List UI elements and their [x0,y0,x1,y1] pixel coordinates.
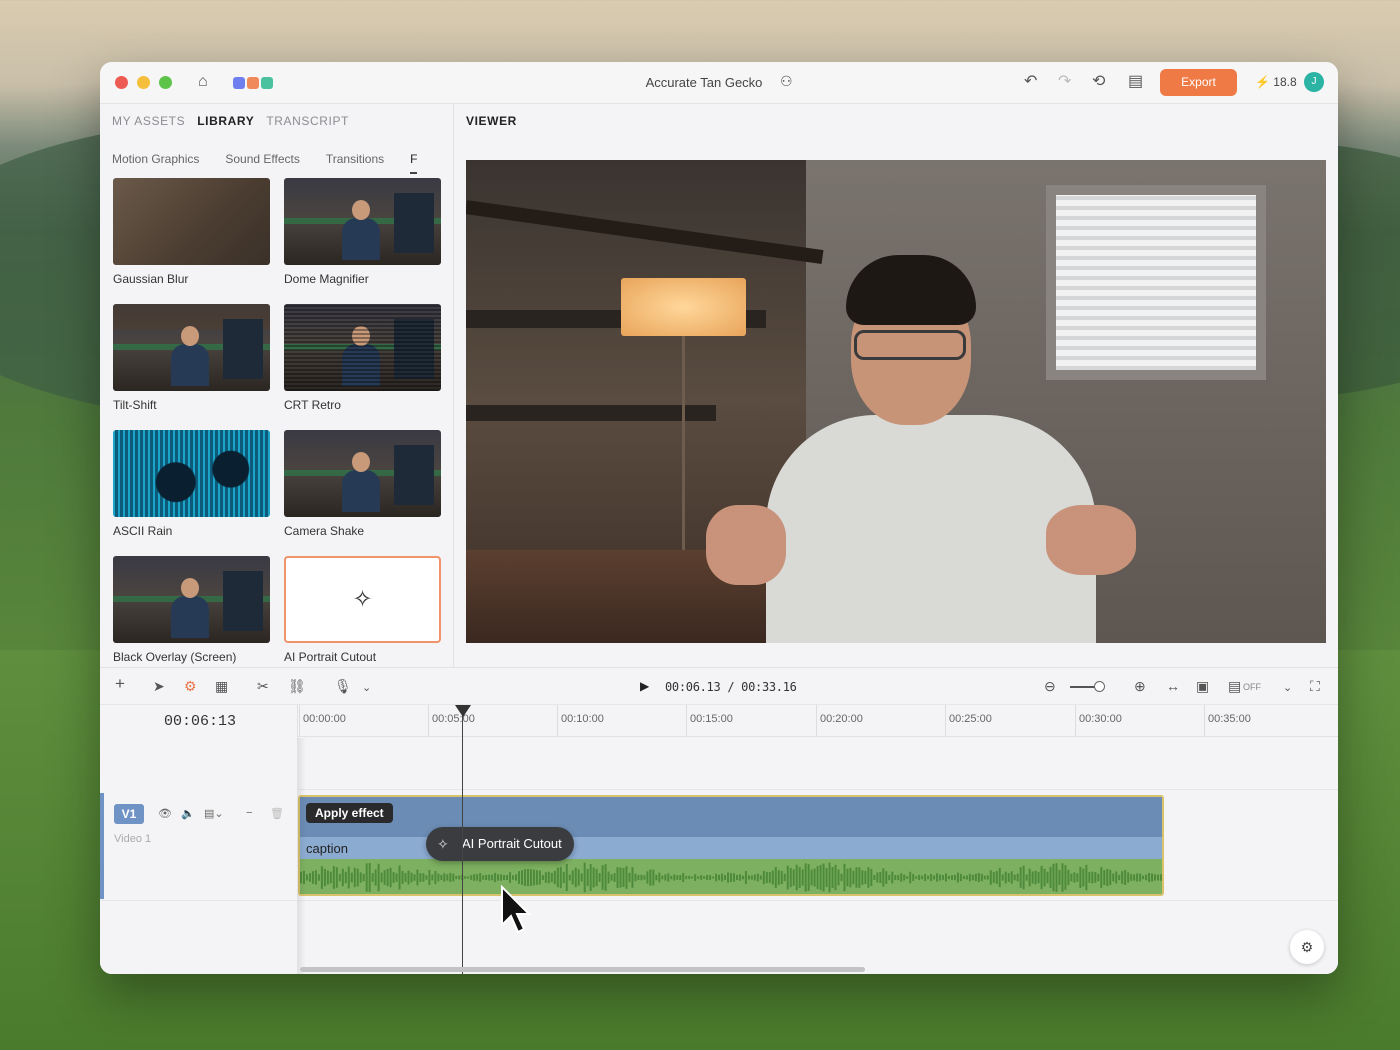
speaker-icon[interactable]: 🔈 [181,807,195,820]
subtab-motion-graphics[interactable]: Motion Graphics [112,152,199,174]
effect-thumbnail [113,556,270,643]
link-icon[interactable]: ⛓ [288,678,306,694]
fit-width-icon[interactable]: ↔ [1166,678,1180,694]
effect-label: Dome Magnifier [284,272,369,286]
effect-label: Gaussian Blur [113,272,189,286]
effect-label: ASCII Rain [113,524,173,538]
ruler-tick: 00:15:00 [686,705,733,737]
snap-state: OFF [1243,682,1261,692]
history-icon[interactable]: ⟲ [1092,72,1105,92]
effect-thumbnail [113,430,270,517]
subtab-effects[interactable]: F [410,152,418,174]
ruler-tick: 00:00:00 [299,705,346,737]
fullscreen-icon[interactable]: ⛶ [1310,678,1320,694]
zoom-out-icon[interactable]: ⊖ [1044,678,1056,694]
subtab-transitions[interactable]: Transitions [326,152,384,174]
timeline-toolbar: + ➤ ⚙ ▦ ✂ ⛓ 🎙 ⌄ ▶ 00:06.13 / 00:33.16 ⊖ … [100,667,1338,705]
app-window: ⌂ Accurate Tan Gecko ⚇ ↶ ↷ ⟲ ▤ Export ⚡ … [100,62,1338,974]
caption-label: caption [306,841,348,856]
track-badge[interactable]: V1 [114,804,144,824]
eye-icon[interactable]: 👁 [158,807,172,820]
project-name[interactable]: Accurate Tan Gecko [100,75,1338,90]
chevron-down-icon[interactable]: ⌄ [362,680,371,696]
mouse-cursor-icon [501,885,532,934]
apply-effect-badge: Apply effect [306,803,393,823]
settings-icon[interactable]: ⚙ [1290,930,1324,964]
time-ruler[interactable]: 00:00:00 00:05:00 00:10:00 00:15:00 00:2… [298,705,1338,737]
dragged-effect-label: AI Portrait Cutout [462,836,562,851]
add-icon[interactable]: + [115,675,125,692]
timeline: 00:06:13 00:00:00 00:05:00 00:10:00 00:1… [100,705,1338,974]
effect-card-dome-magnifier[interactable]: Dome Magnifier [284,178,441,286]
sparkle-icon: ✧ [437,836,449,852]
layout-icon[interactable]: ▤ [1128,72,1143,92]
effect-card-gaussian-blur[interactable]: Gaussian Blur [113,178,270,286]
effect-card-tilt-shift[interactable]: Tilt-Shift [113,304,270,412]
zoom-slider-knob[interactable] [1094,681,1105,692]
chevron-down-icon[interactable]: ⌄ [1283,680,1292,696]
effect-thumbnail [284,430,441,517]
scissors-icon[interactable]: ✂ [257,678,269,694]
effect-label: CRT Retro [284,398,341,412]
effect-thumbnail [113,178,270,265]
microphone-icon[interactable]: 🎙 [334,678,352,694]
dragged-effect-pill[interactable]: ✧ AI Portrait Cutout [426,827,574,861]
audio-waveform [300,862,1162,893]
effect-card-ai-portrait-cutout[interactable]: ✧ AI Portrait Cutout [284,556,441,664]
effect-card-camera-shake[interactable]: Camera Shake [284,430,441,538]
effect-label: Black Overlay (Screen) [113,650,237,664]
current-time: 00:06:13 [164,713,237,730]
redo-icon[interactable]: ↷ [1058,72,1071,92]
avatar[interactable]: J [1304,72,1324,92]
category-tabs: Motion Graphics Sound Effects Transition… [112,152,442,174]
effect-card-black-overlay[interactable]: Black Overlay (Screen) [113,556,270,664]
select-tool-icon[interactable]: ➤ [153,678,165,694]
trash-icon[interactable]: 🗑 [270,807,284,820]
playhead[interactable] [462,705,463,974]
undo-icon[interactable]: ↶ [1024,72,1037,92]
effect-thumbnail [284,304,441,391]
minus-icon[interactable]: − [246,807,252,819]
ruler-tick: 00:20:00 [816,705,863,737]
playback-timecode: 00:06.13 / 00:33.16 [665,680,797,694]
effect-label: AI Portrait Cutout [284,650,377,664]
play-button[interactable]: ▶ [640,679,649,693]
playhead-handle[interactable] [455,705,471,717]
tab-my-assets[interactable]: MY ASSETS [112,114,185,128]
tab-transcript[interactable]: TRANSCRIPT [266,114,349,128]
library-panel: MY ASSETS LIBRARY TRANSCRIPT Motion Grap… [100,104,454,667]
layout-toggle-icon[interactable]: ▣ [1196,678,1209,694]
track-name: Video 1 [114,833,152,845]
horizontal-scrollbar[interactable] [300,967,865,972]
effect-card-ascii-rain[interactable]: ASCII Rain [113,430,270,538]
viewer-panel: VIEWER [455,104,1338,667]
ruler-tick: 00:35:00 [1204,705,1251,737]
track-v1: V1 👁 🔈 ▤⌄ − 🗑 Video 1 Apply effect capti… [100,793,1338,901]
video-preview[interactable] [466,160,1326,643]
magic-tool-icon[interactable]: ⚙ [184,678,197,694]
track-display-icon[interactable]: ▤⌄ [204,807,224,820]
zoom-in-icon[interactable]: ⊕ [1134,678,1146,694]
panel-tabs: MY ASSETS LIBRARY TRANSCRIPT [112,114,349,128]
export-button[interactable]: Export [1160,69,1237,96]
effect-thumbnail [113,304,270,391]
subtab-sound-effects[interactable]: Sound Effects [225,152,300,174]
effect-label: Tilt-Shift [113,398,157,412]
effect-card-crt-retro[interactable]: CRT Retro [284,304,441,412]
effect-thumbnail [284,178,441,265]
title-bar: ⌂ Accurate Tan Gecko ⚇ ↶ ↷ ⟲ ▤ Export ⚡ … [100,62,1338,104]
credits-counter[interactable]: ⚡ 18.8 [1255,75,1297,89]
ruler-tick: 00:10:00 [557,705,604,737]
ruler-tick: 00:30:00 [1075,705,1122,737]
sparkle-icon: ✧ [284,556,441,643]
snap-icon[interactable]: ▤ [1228,678,1241,694]
empty-track[interactable] [298,738,1338,790]
effect-label: Camera Shake [284,524,365,538]
tab-library[interactable]: LIBRARY [197,114,254,128]
collaborators-icon[interactable]: ⚇ [780,73,793,90]
viewer-title: VIEWER [466,114,517,128]
credits-value: 18.8 [1273,75,1297,89]
film-icon[interactable]: ▦ [215,678,228,694]
ruler-tick: 00:25:00 [945,705,992,737]
